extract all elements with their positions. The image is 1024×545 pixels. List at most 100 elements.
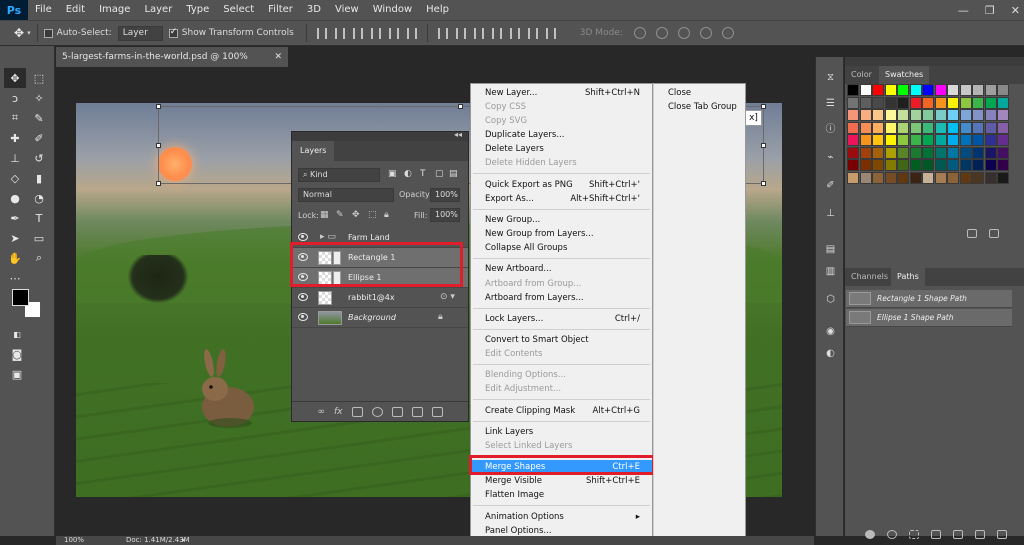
- layer-comps-icon[interactable]: ◉: [824, 325, 837, 338]
- color-swatch[interactable]: [897, 84, 909, 96]
- new-swatch-icon[interactable]: [967, 229, 977, 238]
- color-swatch[interactable]: [959, 171, 972, 184]
- restore-button[interactable]: ❐: [985, 4, 995, 17]
- filter-smart-object-icon[interactable]: ▤: [449, 169, 458, 179]
- close-icon[interactable]: ✕: [274, 47, 282, 67]
- color-swatch[interactable]: [847, 134, 859, 146]
- menu-filter[interactable]: Filter: [261, 0, 300, 20]
- lock-transparent-icon[interactable]: ▦: [320, 210, 329, 220]
- color-swatch[interactable]: [859, 96, 872, 109]
- eye-icon[interactable]: [298, 313, 308, 321]
- layer-row-background[interactable]: Background 🔒︎: [292, 308, 468, 328]
- rectangle-tool-icon[interactable]: ▭: [28, 228, 50, 248]
- eye-icon[interactable]: [298, 293, 308, 301]
- crop-tool-icon[interactable]: ⌗: [4, 108, 26, 128]
- color-swatch[interactable]: [922, 159, 934, 171]
- new-path-icon[interactable]: [975, 530, 985, 539]
- path-row-rectangle[interactable]: Rectangle 1 Shape Path: [846, 290, 1012, 308]
- move-tool-icon[interactable]: ✥: [14, 26, 24, 40]
- color-swatch[interactable]: [934, 146, 947, 159]
- path-selection-icon[interactable]: ➤: [4, 228, 26, 248]
- fx-icon[interactable]: fx: [334, 407, 343, 417]
- close-window-button[interactable]: ✕: [1011, 4, 1020, 17]
- layer-row-ellipse-1[interactable]: Ellipse 1: [292, 268, 468, 288]
- filter-adjustment-icon[interactable]: ◐: [404, 169, 412, 179]
- color-swatch[interactable]: [884, 109, 897, 121]
- color-swatch[interactable]: [984, 134, 997, 146]
- opacity-input[interactable]: 100%: [430, 188, 460, 202]
- filter-shape-icon[interactable]: ▢: [435, 169, 444, 179]
- 3d-slide-icon[interactable]: [699, 27, 712, 39]
- 3d-rotate-icon[interactable]: [633, 27, 646, 39]
- document-tab[interactable]: 5-largest-farms-in-the-world.psd @ 100% …: [56, 47, 288, 82]
- distribute-vertical-center-icon[interactable]: [455, 27, 466, 39]
- adjustment-layer-icon[interactable]: [371, 406, 383, 417]
- color-swatch[interactable]: [922, 134, 934, 146]
- clone-stamp-icon[interactable]: ⊥: [4, 148, 26, 168]
- layer-filter-kind[interactable]: ⌕ Kind: [298, 168, 380, 182]
- default-colors-icon[interactable]: ◧: [6, 324, 28, 344]
- color-swatch[interactable]: [959, 146, 972, 159]
- photoshop-logo[interactable]: Ps: [0, 0, 28, 20]
- menu-item-edit-adjustment[interactable]: Edit Adjustment...: [471, 382, 652, 396]
- color-swatch[interactable]: [859, 159, 872, 171]
- quick-mask-icon[interactable]: ◙: [6, 344, 28, 364]
- menu-item-select-linked-layers[interactable]: Select Linked Layers: [471, 439, 652, 453]
- menu-select[interactable]: Select: [216, 0, 261, 20]
- auto-select-dropdown[interactable]: Layer: [117, 25, 163, 41]
- menu-item-link-layers[interactable]: Link Layers: [471, 425, 652, 439]
- add-mask-icon[interactable]: [351, 406, 363, 417]
- history-brush-icon[interactable]: ↺: [28, 148, 50, 168]
- color-swatch[interactable]: [947, 134, 959, 146]
- menu-item-artboard-from-group[interactable]: Artboard from Group...: [471, 277, 652, 291]
- color-swatch[interactable]: [972, 146, 984, 159]
- color-swatch[interactable]: [847, 146, 859, 159]
- color-swatch[interactable]: [934, 159, 947, 171]
- menu-item-delete-layers[interactable]: Delete Layers: [471, 142, 652, 156]
- menu-layer[interactable]: Layer: [137, 0, 179, 20]
- color-swatch[interactable]: [897, 109, 909, 121]
- color-swatch[interactable]: [884, 84, 897, 96]
- menu-item-new-artboard[interactable]: New Artboard...: [471, 262, 652, 276]
- zoom-tool-icon[interactable]: ⌕: [28, 248, 50, 268]
- color-swatch[interactable]: [847, 171, 859, 184]
- magic-wand-icon[interactable]: ✧: [28, 88, 50, 108]
- move-tool-icon[interactable]: ✥: [4, 68, 26, 88]
- menu-item-blending-options[interactable]: Blending Options...: [471, 368, 652, 382]
- character-panel-icon[interactable]: ▤: [824, 243, 837, 256]
- color-swatch[interactable]: [984, 146, 997, 159]
- color-swatch[interactable]: [897, 159, 909, 171]
- transform-handle[interactable]: [156, 181, 161, 186]
- menu-window[interactable]: Window: [366, 0, 419, 20]
- color-swatch[interactable]: [909, 146, 922, 159]
- auto-select-checkbox[interactable]: [43, 28, 53, 38]
- blur-tool-icon[interactable]: ●: [4, 188, 26, 208]
- color-swatch[interactable]: [997, 121, 1009, 134]
- color-swatch[interactable]: [947, 171, 959, 184]
- trash-icon[interactable]: [989, 229, 999, 238]
- align-right-icon[interactable]: [406, 27, 417, 39]
- new-layer-icon[interactable]: [411, 406, 423, 417]
- color-swatch[interactable]: [872, 109, 884, 121]
- 3d-pan-icon[interactable]: [677, 27, 690, 39]
- menu-type[interactable]: Type: [179, 0, 216, 20]
- align-top-icon[interactable]: [316, 27, 327, 39]
- transform-handle[interactable]: [761, 143, 766, 148]
- trash-icon[interactable]: [431, 406, 443, 417]
- tab-channels[interactable]: Channels: [845, 268, 894, 286]
- stroke-path-icon[interactable]: [887, 530, 897, 539]
- trash-icon[interactable]: [997, 530, 1007, 539]
- color-swatch[interactable]: [972, 109, 984, 121]
- menu-edit[interactable]: Edit: [59, 0, 92, 20]
- color-swatch[interactable]: [872, 121, 884, 134]
- brush-settings-icon[interactable]: ⌁: [824, 151, 837, 164]
- menu-item-animation-options[interactable]: Animation Options ▸: [471, 510, 652, 524]
- menu-item-close-tab-group[interactable]: Close Tab Group: [654, 100, 745, 114]
- menu-item-lock-layers[interactable]: Lock Layers... Ctrl+/: [471, 312, 652, 326]
- fill-path-icon[interactable]: [865, 530, 875, 539]
- color-swatch[interactable]: [984, 159, 997, 171]
- show-transform-checkbox[interactable]: [168, 27, 178, 38]
- filter-type-icon[interactable]: T: [420, 169, 426, 179]
- distribute-right-icon[interactable]: [527, 27, 538, 39]
- color-swatch[interactable]: [972, 84, 984, 96]
